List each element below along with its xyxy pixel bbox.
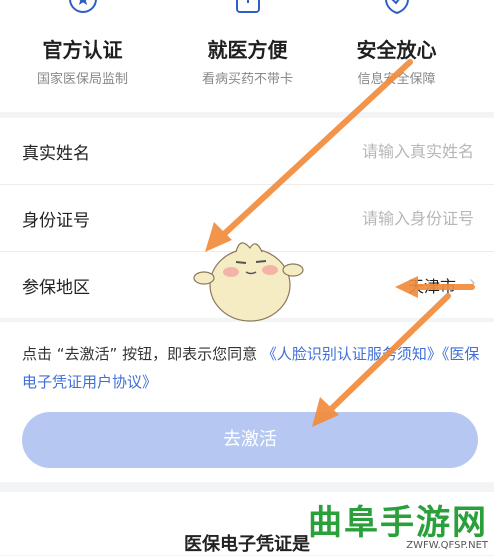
face-recognition-terms-link[interactable]: 《人脸识别认证服务须知》 [262, 345, 442, 363]
id-label: 身份证号 [22, 211, 90, 231]
activate-button[interactable]: 去激活 [22, 412, 478, 468]
name-row: 真实姓名 [0, 118, 494, 185]
activation-form: 真实姓名 身份证号 参保地区 天津市 › [0, 118, 494, 318]
feature-title: 官方认证 [42, 38, 123, 62]
feature-convenient: 就医方便 看病买药不带卡 [165, 0, 330, 112]
name-label: 真实姓名 [22, 144, 90, 164]
feature-title: 就医方便 [207, 38, 288, 62]
id-row: 身份证号 [0, 185, 494, 252]
star-badge-icon [68, 0, 97, 13]
shield-icon [384, 0, 409, 14]
agreement-text: 点击 “去激活” 按钮，即表示您同意 《人脸识别认证服务须知》《医保电子凭证用户… [22, 340, 482, 396]
region-label: 参保地区 [22, 278, 90, 298]
feature-subtitle: 信息安全保障 [357, 72, 436, 87]
feature-subtitle: 看病买药不带卡 [201, 72, 293, 87]
name-input[interactable] [252, 136, 476, 166]
watermark: 曲阜手游网 ZWFW.QFSP.NET [308, 495, 488, 551]
watermark-main: 曲阜手游网 [308, 503, 488, 543]
feature-strip: 官方认证 国家医保局监制 就医方便 看病买药不带卡 安全放心 信息安全保障 [0, 0, 494, 112]
id-number-input[interactable] [252, 203, 476, 233]
agreement-prefix: 点击 “去激活” 按钮，即表示您同意 [22, 345, 262, 363]
chevron-right-icon: › [468, 272, 476, 293]
feature-title: 安全放心 [356, 38, 437, 62]
region-value: 天津市 [407, 277, 456, 296]
feature-safe: 安全放心 信息安全保障 [314, 0, 479, 112]
card-icon [235, 0, 260, 13]
feature-official: 官方认证 国家医保局监制 [0, 0, 165, 112]
region-selector[interactable]: 参保地区 天津市 › [0, 252, 494, 318]
feature-subtitle: 国家医保局监制 [36, 72, 128, 87]
